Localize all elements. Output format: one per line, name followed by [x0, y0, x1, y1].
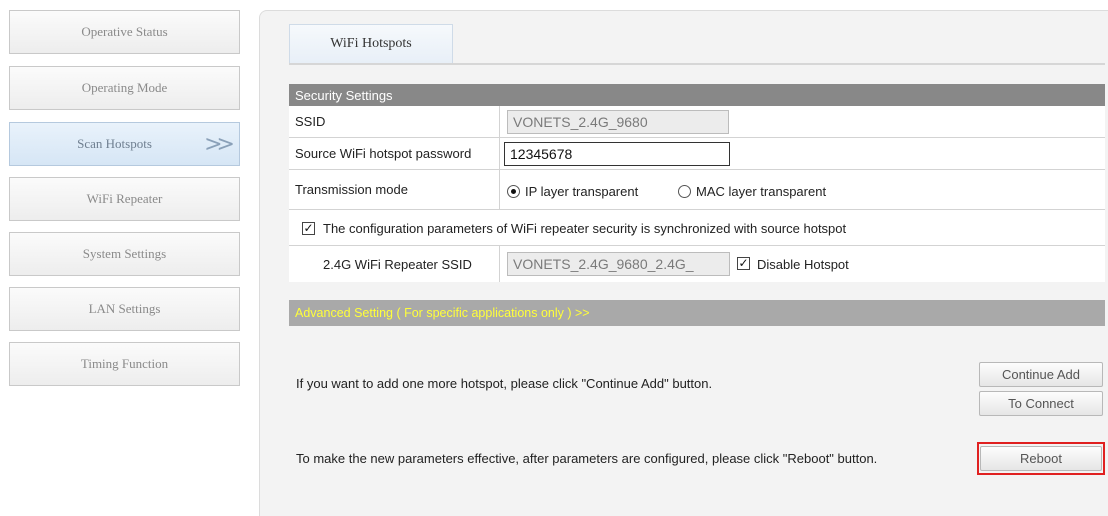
sidebar-item-operative-status[interactable]: Operative Status	[9, 10, 240, 54]
sync-checkbox[interactable]: ✓	[302, 222, 315, 235]
ssid-label: SSID	[295, 114, 326, 129]
sidebar-item-operating-mode[interactable]: Operating Mode	[9, 66, 240, 110]
column-divider	[499, 138, 500, 169]
column-divider	[499, 106, 500, 137]
repeater-ssid-label: 2.4G WiFi Repeater SSID	[323, 257, 472, 272]
reboot-highlight-box	[977, 442, 1105, 475]
transmission-mode-row: Transmission mode IP layer transparent M…	[289, 170, 1105, 210]
column-divider	[499, 170, 500, 209]
continue-add-hint: If you want to add one more hotspot, ple…	[296, 376, 713, 391]
sidebar-item-label: WiFi Repeater	[86, 191, 163, 206]
ip-layer-label: IP layer transparent	[525, 184, 639, 199]
advanced-setting-toggle[interactable]: Advanced Setting ( For specific applicat…	[289, 300, 1105, 326]
disable-hotspot-label: Disable Hotspot	[757, 257, 849, 272]
mac-layer-radio[interactable]	[678, 185, 691, 198]
sidebar-item-scan-hotspots[interactable]: Scan Hotspots >>	[9, 122, 240, 166]
mac-layer-label: MAC layer transparent	[696, 184, 827, 199]
repeater-ssid-field: VONETS_2.4G_9680_2.4G_	[507, 252, 730, 276]
column-divider	[499, 246, 500, 282]
sync-row: ✓ The configuration parameters of WiFi r…	[289, 210, 1105, 246]
password-field[interactable]: 12345678	[504, 142, 730, 166]
ssid-field: VONETS_2.4G_9680	[507, 110, 729, 134]
sidebar-item-lan-settings[interactable]: LAN Settings	[9, 287, 240, 331]
continue-add-button[interactable]: Continue Add	[979, 362, 1103, 387]
transmission-mode-label: Transmission mode	[295, 182, 408, 197]
security-settings-header: Security Settings	[289, 84, 1105, 106]
sidebar-item-wifi-repeater[interactable]: WiFi Repeater	[9, 177, 240, 221]
sidebar-item-label: LAN Settings	[88, 301, 161, 316]
sidebar-item-label: Timing Function	[80, 356, 169, 371]
repeater-ssid-row: 2.4G WiFi Repeater SSID VONETS_2.4G_9680…	[289, 246, 1105, 282]
sync-label: The configuration parameters of WiFi rep…	[323, 221, 847, 236]
sidebar-item-label: System Settings	[82, 246, 167, 261]
password-row: Source WiFi hotspot password 12345678	[289, 138, 1105, 170]
ip-layer-radio[interactable]	[507, 185, 520, 198]
reboot-hint: To make the new parameters effective, af…	[296, 451, 878, 466]
tab-divider	[289, 63, 1105, 65]
ssid-row: SSID VONETS_2.4G_9680	[289, 106, 1105, 138]
sidebar-item-label: Scan Hotspots	[77, 136, 152, 151]
sidebar-item-system-settings[interactable]: System Settings	[9, 232, 240, 276]
sidebar-item-label: Operative Status	[81, 24, 168, 39]
password-label: Source WiFi hotspot password	[295, 146, 472, 161]
to-connect-button[interactable]: To Connect	[979, 391, 1103, 416]
sidebar: Operative Status Operating Mode Scan Hot…	[0, 0, 250, 516]
disable-hotspot-checkbox[interactable]: ✓	[737, 257, 750, 270]
sidebar-item-label: Operating Mode	[81, 80, 168, 95]
double-chevron-right-icon: >>	[204, 132, 235, 157]
tab-wifi-hotspots[interactable]: WiFi Hotspots	[289, 24, 453, 63]
sidebar-item-timing-function[interactable]: Timing Function	[9, 342, 240, 386]
